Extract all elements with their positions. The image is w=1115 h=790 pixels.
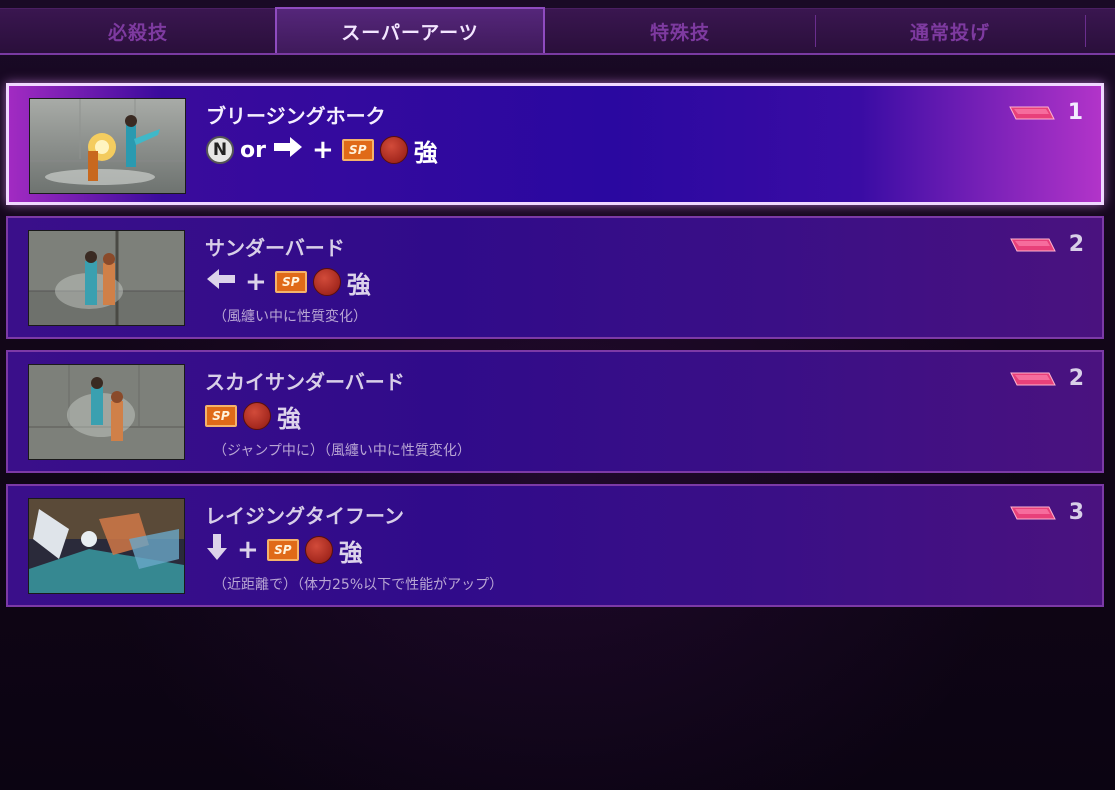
sa-gauge-icon	[1009, 238, 1056, 251]
sa-gauge-cost: 3	[1009, 500, 1084, 525]
move-name: スカイサンダーバード	[205, 370, 405, 394]
tab-special-moves[interactable]: 必殺技	[0, 9, 276, 53]
move-name: ブリージングホーク	[206, 104, 386, 128]
tab-label: 特殊技	[649, 21, 710, 44]
sp-badge: SP	[341, 139, 374, 161]
tab-throws[interactable]: 通常投げ	[816, 9, 1084, 53]
move-row-sky-thunderbird[interactable]: スカイサンダーバード SP 強 （ジャンプ中に）（風纏い中に性質変化） 2	[6, 350, 1104, 473]
move-command: N or + SP 強	[206, 134, 438, 167]
strength-text: 強	[338, 538, 363, 567]
or-text: or	[240, 137, 266, 163]
strength-text: 強	[413, 138, 438, 167]
move-note: （風纏い中に性質変化）	[213, 309, 367, 325]
left-arrow-icon	[205, 267, 237, 297]
neutral-icon: N	[206, 136, 234, 164]
move-name: サンダーバード	[205, 236, 345, 260]
move-note: （近距離で）（体力25%以下で性能がアップ）	[213, 577, 504, 593]
move-command: + SP 強	[205, 266, 371, 299]
sa-gauge-cost: 2	[1009, 232, 1084, 257]
strength-text: 強	[277, 404, 301, 433]
move-row-raging-typhoon[interactable]: レイジングタイフーン + SP 強 （近距離で）（体力25%以下で性能がアップ）…	[6, 484, 1104, 607]
tab-label: スーパーアーツ	[341, 21, 479, 44]
sp-badge: SP	[274, 271, 307, 293]
sa-gauge-cost: 2	[1009, 366, 1084, 391]
plus-text: +	[237, 535, 259, 565]
sp-badge: SP	[266, 539, 299, 561]
gauge-level: 2	[1068, 232, 1084, 257]
down-arrow-icon	[205, 532, 229, 568]
move-row-breezing-hawk[interactable]: ブリージングホーク N or + SP 強 1	[6, 83, 1104, 205]
move-category-tabs: 必殺技 スーパーアーツ 特殊技 通常投げ	[0, 7, 1115, 55]
tab-label: 通常投げ	[909, 21, 990, 44]
tab-label: 必殺技	[107, 21, 168, 44]
heavy-punch-icon	[379, 136, 408, 164]
move-thumbnail	[28, 364, 185, 460]
heavy-punch-icon	[312, 268, 341, 296]
gauge-level: 2	[1068, 366, 1084, 391]
move-thumbnail	[29, 98, 186, 194]
tab-divider	[1085, 15, 1086, 47]
plus-text: +	[245, 267, 267, 297]
move-row-thunderbird[interactable]: サンダーバード + SP 強 （風纏い中に性質変化） 2	[6, 216, 1104, 339]
move-command: + SP 強	[205, 532, 363, 568]
sa-gauge-icon	[1008, 106, 1055, 119]
sa-gauge-icon	[1009, 506, 1056, 519]
move-command: SP 強	[205, 400, 301, 433]
plus-text: +	[311, 135, 334, 165]
move-note: （ジャンプ中に）（風纏い中に性質変化）	[213, 443, 471, 459]
move-thumbnail	[28, 230, 185, 326]
sa-gauge-icon	[1009, 372, 1056, 385]
sa-gauge-cost: 1	[1008, 100, 1083, 125]
sp-badge: SP	[205, 405, 237, 427]
right-arrow-icon	[272, 135, 304, 165]
super-arts-screen: 必殺技 スーパーアーツ 特殊技 通常投げ ブリージングホーク N or + SP…	[0, 0, 1115, 790]
gauge-level: 1	[1067, 100, 1083, 125]
heavy-punch-icon	[304, 536, 333, 564]
tab-super-arts[interactable]: スーパーアーツ	[275, 7, 545, 53]
move-thumbnail	[28, 498, 185, 594]
heavy-punch-icon	[243, 402, 271, 430]
move-name: レイジングタイフーン	[205, 504, 404, 528]
tab-unique-attacks[interactable]: 特殊技	[546, 9, 814, 53]
gauge-level: 3	[1068, 500, 1084, 525]
strength-text: 強	[346, 270, 371, 299]
